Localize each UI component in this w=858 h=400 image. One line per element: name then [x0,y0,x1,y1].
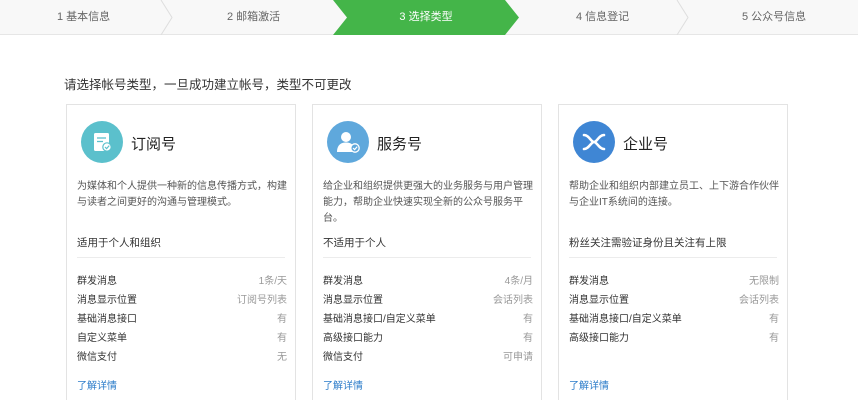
feature-name: 高级接口能力 [323,333,383,344]
feature-value: 无限制 [749,276,779,287]
account-type-card-subscription[interactable]: 订阅号 为媒体和个人提供一种新的信息传播方式，构建与读者之间更好的沟通与管理模式… [66,104,296,400]
divider [323,257,531,258]
feature-value: 有 [769,314,779,325]
feature-name: 微信支付 [323,352,363,363]
feature-row: 群发消息 无限制 [569,272,779,291]
feature-row: 消息显示位置 会话列表 [323,291,533,310]
divider [77,257,285,258]
feature-value: 有 [523,333,533,344]
card-scope: 适用于个人和组织 [77,237,161,249]
card-scope: 粉丝关注需验证身份且关注有上限 [569,237,727,249]
divider [569,257,777,258]
feature-value: 无 [277,352,287,363]
feature-name: 基础消息接口/自定义菜单 [323,314,436,325]
card-title: 订阅号 [131,136,177,153]
feature-list: 群发消息 无限制 消息显示位置 会话列表 基础消息接口/自定义菜单 有 高级接口… [569,272,779,348]
step-separator-icon [160,0,173,35]
feature-name: 群发消息 [77,276,117,287]
feature-list: 群发消息 4条/月 消息显示位置 会话列表 基础消息接口/自定义菜单 有 高级接… [323,272,533,367]
feature-row: 高级接口能力 有 [569,329,779,348]
feature-row: 微信支付 可申请 [323,348,533,367]
feature-value: 可申请 [503,352,533,363]
step-basic-info: 1 基本信息 [57,11,111,23]
learn-more-link[interactable]: 了解详情 [77,377,117,392]
feature-name: 消息显示位置 [77,295,137,306]
card-description: 帮助企业和组织内部建立员工、上下游合作伙伴与企业IT系统间的连接。 [569,181,779,208]
feature-row: 群发消息 1条/天 [77,272,287,291]
feature-value: 1条/天 [258,276,287,287]
feature-row: 基础消息接口/自定义菜单 有 [323,310,533,329]
step-info-register: 4 信息登记 [576,11,630,23]
card-scope: 不适用于个人 [323,237,386,249]
learn-more-link[interactable]: 了解详情 [569,377,609,392]
feature-row: 消息显示位置 会话列表 [569,291,779,310]
feature-name: 基础消息接口 [77,314,137,325]
feature-name: 自定义菜单 [77,333,127,344]
step-choose-type-active: 3 选择类型 [333,0,519,35]
feature-value: 有 [769,333,779,344]
subscription-icon [81,121,123,163]
step-separator-icon [676,0,689,35]
feature-value: 会话列表 [739,295,779,306]
step-email-activation: 2 邮箱激活 [227,11,281,23]
step-choose-type-label: 3 选择类型 [399,11,453,23]
feature-name: 基础消息接口/自定义菜单 [569,314,682,325]
feature-name: 高级接口能力 [569,333,629,344]
feature-value: 有 [277,333,287,344]
card-title: 企业号 [623,136,669,153]
account-type-card-enterprise[interactable]: 企业号 帮助企业和组织内部建立员工、上下游合作伙伴与企业IT系统间的连接。 粉丝… [558,104,788,400]
learn-more-link[interactable]: 了解详情 [323,377,363,392]
feature-value: 会话列表 [493,295,533,306]
feature-row: 高级接口能力 有 [323,329,533,348]
feature-row: 微信支付 无 [77,348,287,367]
feature-name: 群发消息 [569,276,609,287]
feature-row: 基础消息接口 有 [77,310,287,329]
feature-name: 消息显示位置 [569,295,629,306]
feature-row: 消息显示位置 订阅号列表 [77,291,287,310]
feature-row: 群发消息 4条/月 [323,272,533,291]
service-icon [327,121,369,163]
enterprise-icon [573,121,615,163]
card-title: 服务号 [377,136,423,153]
feature-row: 自定义菜单 有 [77,329,287,348]
step-account-info: 5 公众号信息 [742,11,807,23]
feature-value: 有 [277,314,287,325]
feature-value: 订阅号列表 [237,295,287,306]
feature-row: 基础消息接口/自定义菜单 有 [569,310,779,329]
registration-steps: 1 基本信息 2 邮箱激活 3 选择类型 4 信息登记 5 公众号信息 [0,0,858,35]
card-description: 给企业和组织提供更强大的业务服务与用户管理能力，帮助企业快速实现全新的公众号服务… [323,181,533,224]
feature-value: 4条/月 [504,276,533,287]
feature-list: 群发消息 1条/天 消息显示位置 订阅号列表 基础消息接口 有 自定义菜单 有 … [77,272,287,367]
feature-name: 消息显示位置 [323,295,383,306]
feature-name: 微信支付 [77,352,117,363]
card-description: 为媒体和个人提供一种新的信息传播方式，构建与读者之间更好的沟通与管理模式。 [77,181,287,208]
account-type-card-service[interactable]: 服务号 给企业和组织提供更强大的业务服务与用户管理能力，帮助企业快速实现全新的公… [312,104,542,400]
feature-value: 有 [523,314,533,325]
intro-text: 请选择帐号类型，一旦成功建立帐号，类型不可更改 [64,78,352,92]
feature-name: 群发消息 [323,276,363,287]
